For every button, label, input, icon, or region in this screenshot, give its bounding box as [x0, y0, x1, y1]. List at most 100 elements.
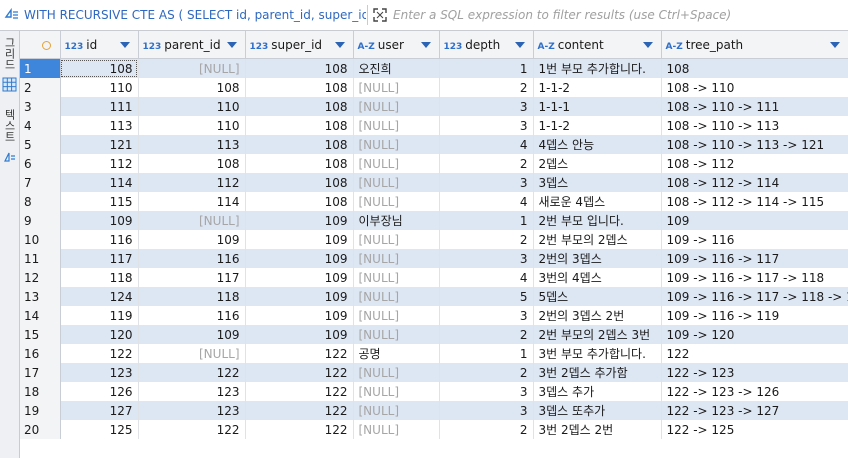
- cell-depth[interactable]: 2: [439, 154, 534, 173]
- cell-id[interactable]: 124: [60, 287, 139, 306]
- cell-id[interactable]: 119: [60, 306, 139, 325]
- cell-user[interactable]: [NULL]: [353, 287, 440, 306]
- cell-super-id[interactable]: 108: [245, 78, 354, 97]
- table-row[interactable]: 11 117 116 109 [NULL] 3 2번의 3뎁스 109 -> 116 -> 1…: [20, 249, 848, 268]
- table-row[interactable]: 6 112 108 108 [NULL] 2 2뎁스 108 -> 112: [20, 154, 848, 173]
- cell-content[interactable]: 3뎁스 또추가: [533, 401, 662, 420]
- column-header-parent-id[interactable]: 123 parent_id: [138, 31, 246, 59]
- cell-user[interactable]: [NULL]: [353, 325, 440, 344]
- cell-parent-id[interactable]: 109: [138, 325, 246, 344]
- table-row[interactable]: 3 111 110 108 [NULL] 3 1-1-1 108 -> 110 -> 111: [20, 97, 848, 116]
- cell-id[interactable]: 114: [60, 173, 139, 192]
- cell-id[interactable]: 126: [60, 382, 139, 401]
- cell-content[interactable]: 2뎁스: [533, 154, 662, 173]
- cell-tree-path[interactable]: 108 -> 112 -> 114: [661, 173, 848, 192]
- cell-tree-path[interactable]: 108 -> 110: [661, 78, 848, 97]
- column-header-super-id[interactable]: 123 super_id: [245, 31, 354, 59]
- cell-parent-id[interactable]: [NULL]: [138, 58, 246, 78]
- cell-user[interactable]: [NULL]: [353, 97, 440, 116]
- cell-depth[interactable]: 4: [439, 135, 534, 154]
- sort-arrow-icon[interactable]: [642, 42, 653, 48]
- row-number[interactable]: 18: [20, 382, 61, 401]
- grid-icon[interactable]: [2, 77, 17, 92]
- table-row[interactable]: 12 118 117 109 [NULL] 4 3번의 4뎁스 109 -> 116 -> 1…: [20, 268, 848, 287]
- cell-parent-id[interactable]: 113: [138, 135, 246, 154]
- cell-parent-id[interactable]: 116: [138, 249, 246, 268]
- cell-user[interactable]: [NULL]: [353, 401, 440, 420]
- cell-user[interactable]: [NULL]: [353, 268, 440, 287]
- cell-tree-path[interactable]: 108 -> 110 -> 113: [661, 116, 848, 135]
- tab-grid[interactable]: 그리드: [0, 35, 19, 71]
- cell-user[interactable]: [NULL]: [353, 420, 440, 439]
- cell-parent-id[interactable]: 114: [138, 192, 246, 211]
- cell-tree-path[interactable]: 122 -> 123 -> 126: [661, 382, 848, 401]
- cell-content[interactable]: 1-1-1: [533, 97, 662, 116]
- cell-content[interactable]: 2번의 3뎁스 2번: [533, 306, 662, 325]
- cell-tree-path[interactable]: 108 -> 110 -> 111: [661, 97, 848, 116]
- cell-id[interactable]: 120: [60, 325, 139, 344]
- cell-super-id[interactable]: 109: [245, 211, 354, 230]
- cell-content[interactable]: 2번의 3뎁스: [533, 249, 662, 268]
- cell-parent-id[interactable]: 123: [138, 382, 246, 401]
- cell-depth[interactable]: 3: [439, 173, 534, 192]
- cell-parent-id[interactable]: [NULL]: [138, 211, 246, 230]
- cell-id[interactable]: 115: [60, 192, 139, 211]
- column-header-tree-path[interactable]: A-Z tree_path: [661, 31, 848, 59]
- sort-arrow-icon[interactable]: [829, 42, 840, 48]
- cell-super-id[interactable]: 122: [245, 363, 354, 382]
- cell-super-id[interactable]: 108: [245, 192, 354, 211]
- cell-parent-id[interactable]: 122: [138, 420, 246, 439]
- cell-depth[interactable]: 3: [439, 306, 534, 325]
- cell-user[interactable]: [NULL]: [353, 135, 440, 154]
- cell-id[interactable]: 117: [60, 249, 139, 268]
- cell-depth[interactable]: 4: [439, 268, 534, 287]
- cell-super-id[interactable]: 108: [245, 116, 354, 135]
- cell-depth[interactable]: 4: [439, 192, 534, 211]
- cell-super-id[interactable]: 122: [245, 401, 354, 420]
- table-row[interactable]: 9 109 [NULL] 109 이부장님 1 2번 부모 입니다. 109: [20, 211, 848, 230]
- cell-tree-path[interactable]: 109 -> 116 -> 117 -> 118 -> 124: [661, 287, 848, 306]
- row-number[interactable]: 12: [20, 268, 61, 287]
- cell-content[interactable]: 2번 부모 입니다.: [533, 211, 662, 230]
- cell-parent-id[interactable]: 108: [138, 154, 246, 173]
- row-number[interactable]: 6: [20, 154, 61, 173]
- cell-content[interactable]: 3번의 4뎁스: [533, 268, 662, 287]
- cell-content[interactable]: 4뎁스 안능: [533, 135, 662, 154]
- table-row[interactable]: 7 114 112 108 [NULL] 3 3뎁스 108 -> 112 -> 114: [20, 173, 848, 192]
- cell-content[interactable]: 1번 부모 추가합니다.: [533, 58, 662, 78]
- row-number[interactable]: 17: [20, 363, 61, 382]
- cell-tree-path[interactable]: 108 -> 112 -> 114 -> 115: [661, 192, 848, 211]
- cell-user[interactable]: [NULL]: [353, 363, 440, 382]
- row-number-header[interactable]: [20, 31, 61, 59]
- column-header-content[interactable]: A-Z content: [533, 31, 662, 59]
- cell-id[interactable]: 110: [60, 78, 139, 97]
- filter-input[interactable]: [393, 0, 843, 30]
- cell-super-id[interactable]: 108: [245, 135, 354, 154]
- sort-arrow-icon[interactable]: [420, 42, 431, 48]
- cell-user[interactable]: 공명: [353, 344, 440, 363]
- refresh-icon[interactable]: [2, 151, 17, 166]
- cell-super-id[interactable]: 109: [245, 249, 354, 268]
- cell-user[interactable]: 오진희: [353, 58, 440, 78]
- row-number[interactable]: 11: [20, 249, 61, 268]
- cell-super-id[interactable]: 109: [245, 325, 354, 344]
- sort-arrow-icon[interactable]: [226, 42, 237, 48]
- cell-tree-path[interactable]: 122 -> 123 -> 127: [661, 401, 848, 420]
- sort-arrow-icon[interactable]: [119, 42, 130, 48]
- row-number[interactable]: 9: [20, 211, 61, 230]
- cell-content[interactable]: 1-1-2: [533, 78, 662, 97]
- cell-user[interactable]: [NULL]: [353, 173, 440, 192]
- cell-id[interactable]: 121: [60, 135, 139, 154]
- cell-parent-id[interactable]: [NULL]: [138, 344, 246, 363]
- sort-arrow-icon[interactable]: [334, 42, 345, 48]
- table-row[interactable]: 19 127 123 122 [NULL] 3 3뎁스 또추가 122 -> 123 -> 1…: [20, 401, 848, 420]
- cell-id[interactable]: 123: [60, 363, 139, 382]
- column-header-user[interactable]: A-Z user: [353, 31, 440, 59]
- cell-id[interactable]: 118: [60, 268, 139, 287]
- cell-content[interactable]: 5뎁스: [533, 287, 662, 306]
- table-row[interactable]: 8 115 114 108 [NULL] 4 새로운 4뎁스 108 -> 112 -> 11…: [20, 192, 848, 211]
- cell-depth[interactable]: 2: [439, 363, 534, 382]
- cell-user[interactable]: [NULL]: [353, 382, 440, 401]
- table-row[interactable]: 2 110 108 108 [NULL] 2 1-1-2 108 -> 110: [20, 78, 848, 97]
- cell-id[interactable]: 127: [60, 401, 139, 420]
